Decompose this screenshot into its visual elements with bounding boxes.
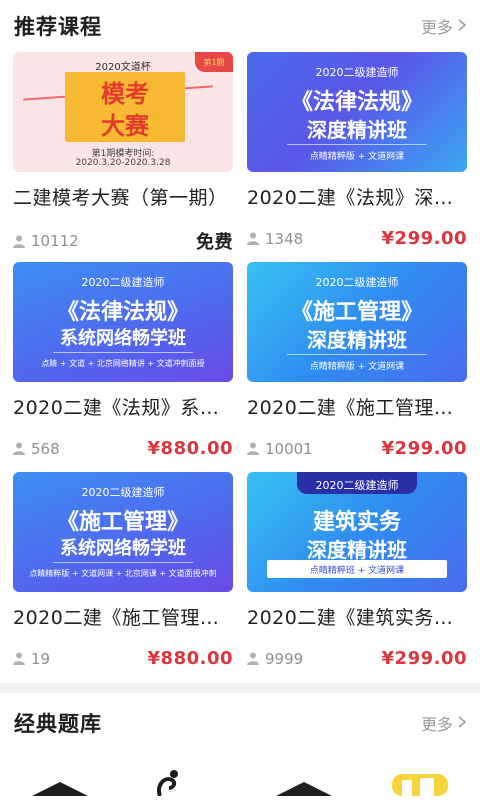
course-meta: 19 ¥880.00 <box>13 648 233 669</box>
thumb-line2: 系统网络畅学班 <box>60 538 186 559</box>
thumb-rule <box>53 562 193 563</box>
student-count: 1348 <box>247 230 303 248</box>
course-title[interactable]: 2020二建《施工管理… <box>247 393 477 420</box>
course-card[interactable]: 2020二级建造师 《法律法规》 系统网络畅学班 点睛 + 文道 + 北京网络精… <box>13 262 233 459</box>
thumb-top-text: 2020二级建造师 <box>315 479 399 492</box>
student-count: 9999 <box>247 650 303 668</box>
course-price: ¥299.00 <box>381 438 467 459</box>
thumb-line2: 系统网络畅学班 <box>60 328 186 349</box>
course-card[interactable]: 2020文道杯 第1期 模考 大赛 第1期模考时间: 2020.3.20-202… <box>13 52 233 253</box>
course-price: ¥880.00 <box>147 438 233 459</box>
thumb-bar: 点睛精粹班 + 文道网课 <box>267 560 447 578</box>
thumb-rule <box>287 144 427 145</box>
course-card[interactable]: 2020二级建造师 《施工管理》 深度精讲班 点睛精粹版 + 文道网课 2020… <box>247 262 467 459</box>
thumb-line1: 模考 <box>101 80 149 108</box>
course-card[interactable]: 2020二级建造师 《施工管理》 系统网络畅学班 点睛精粹版 + 文道网课 + … <box>13 472 233 669</box>
user-icon <box>13 652 25 665</box>
course-price: 免费 <box>196 232 233 253</box>
student-count-value: 19 <box>31 649 51 668</box>
course-title[interactable]: 2020二建《建筑实务… <box>247 603 477 630</box>
student-count-value: 9999 <box>265 649 304 668</box>
thumb-bar: 点睛精粹版 + 文道网课 <box>309 152 405 162</box>
graduation-cap-icon[interactable] <box>276 781 332 800</box>
thumb-top-text: 2020二级建造师 <box>81 486 165 499</box>
course-thumbnail[interactable]: 2020二级建造师 《施工管理》 系统网络畅学班 点睛精粹版 + 文道网课 + … <box>13 472 233 592</box>
thumb-line2: 深度精讲班 <box>307 118 407 142</box>
user-icon <box>247 652 259 665</box>
course-title[interactable]: 2020二建《施工管理… <box>13 603 243 630</box>
graduation-cap-icon[interactable] <box>32 781 88 800</box>
thumb-line1: 《法律法规》 <box>56 300 189 325</box>
course-title[interactable]: 2020二建《法规》系… <box>13 393 243 420</box>
course-price: ¥880.00 <box>147 648 233 669</box>
question-bank-icons <box>0 770 480 800</box>
recommended-title: 推荐课程 <box>14 15 102 39</box>
thumb-bar: 点睛 + 文道 + 北京网络精讲 + 文道冲刺面授 <box>41 359 205 368</box>
course-thumbnail[interactable]: 2020文道杯 第1期 模考 大赛 第1期模考时间: 2020.3.20-202… <box>13 52 233 172</box>
course-meta: 10112 免费 <box>13 228 233 254</box>
course-meta: 568 ¥880.00 <box>13 438 233 459</box>
chevron-right-icon <box>457 17 467 36</box>
student-count: 568 <box>13 440 60 458</box>
user-icon <box>247 232 259 245</box>
student-count: 10112 <box>13 232 79 250</box>
course-meta: 9999 ¥299.00 <box>247 648 467 669</box>
thumb-bar: 点睛精粹版 + 文道网课 + 北京网课 + 文道面授冲刺 <box>29 569 217 578</box>
thumb-line2: 大赛 <box>101 112 149 140</box>
question-bank-title: 经典题库 <box>14 712 102 736</box>
thumb-top-text: 2020二级建造师 <box>315 276 399 289</box>
thumb-sub2: 2020.3.20-2020.3.28 <box>75 158 171 168</box>
user-icon <box>13 235 25 248</box>
course-meta: 1348 ¥299.00 <box>247 228 467 249</box>
more-label: 更多 <box>420 715 453 734</box>
thumb-line1: 《法律法规》 <box>290 90 423 115</box>
course-price: ¥299.00 <box>381 648 467 669</box>
course-title[interactable]: 二建模考大赛（第一期） <box>13 183 243 210</box>
student-count-value: 568 <box>31 439 60 458</box>
thumb-line1: 《施工管理》 <box>290 300 423 325</box>
thumb-badge: 第1期 <box>195 52 233 72</box>
course-thumbnail[interactable]: 2020二级建造师 《法律法规》 深度精讲班 点睛精粹版 + 文道网课 <box>247 52 467 172</box>
thumb-line1: 建筑实务 <box>312 510 401 535</box>
course-card[interactable]: 2020二级建造师 建筑实务 深度精讲班 点睛精粹班 + 文道网课 2020二建… <box>247 472 467 669</box>
course-thumbnail[interactable]: 2020二级建造师 建筑实务 深度精讲班 点睛精粹班 + 文道网课 <box>247 472 467 592</box>
book-icon[interactable] <box>154 766 184 800</box>
thumb-top-text: 2020二级建造师 <box>81 276 165 289</box>
thumb-line1: 《施工管理》 <box>56 510 189 535</box>
course-meta: 10001 ¥299.00 <box>247 438 467 459</box>
course-title[interactable]: 2020二建《法规》深… <box>247 183 477 210</box>
book-icon[interactable] <box>392 774 448 800</box>
student-count: 10001 <box>247 440 313 458</box>
course-thumbnail[interactable]: 2020二级建造师 《法律法规》 系统网络畅学班 点睛 + 文道 + 北京网络精… <box>13 262 233 382</box>
student-count-value: 10001 <box>265 439 313 458</box>
thumb-rule <box>287 354 427 355</box>
user-icon <box>247 442 259 455</box>
recommended-header: 推荐课程 更多 <box>0 0 480 52</box>
thumb-bar: 点睛精粹版 + 文道网课 <box>309 362 405 372</box>
user-icon <box>13 442 25 455</box>
thumb-line2: 深度精讲班 <box>307 328 407 352</box>
student-count-value: 10112 <box>31 232 79 250</box>
student-count: 19 <box>13 650 50 668</box>
thumb-rule <box>53 352 193 353</box>
thumb-line2: 深度精讲班 <box>307 538 407 562</box>
course-price: ¥299.00 <box>381 228 467 249</box>
student-count-value: 1348 <box>265 229 304 248</box>
question-bank-header: 经典题库 更多 <box>0 697 480 749</box>
chevron-right-icon <box>457 714 467 733</box>
section-divider <box>0 683 480 693</box>
course-thumbnail[interactable]: 2020二级建造师 《施工管理》 深度精讲班 点睛精粹版 + 文道网课 <box>247 262 467 382</box>
course-card[interactable]: 2020二级建造师 《法律法规》 深度精讲班 点睛精粹版 + 文道网课 2020… <box>247 52 467 249</box>
more-label: 更多 <box>420 18 453 37</box>
question-bank-more-link[interactable]: 更多 <box>421 711 467 735</box>
recommended-more-link[interactable]: 更多 <box>421 14 467 38</box>
thumb-top-text: 2020二级建造师 <box>315 66 399 79</box>
